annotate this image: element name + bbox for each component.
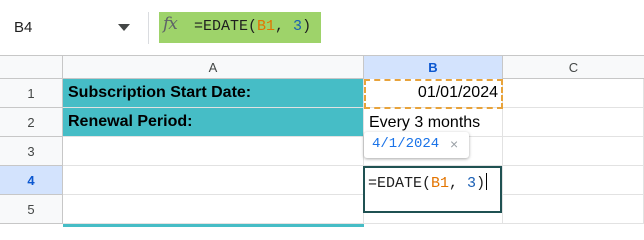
name-box[interactable]: B4 (0, 12, 148, 44)
cell-a2-text: Renewal Period: (68, 113, 193, 130)
close-icon[interactable]: × (450, 136, 458, 152)
editor-number: 3 (467, 175, 477, 192)
cell-a5[interactable] (63, 195, 364, 224)
cell-a1[interactable]: Subscription Start Date: (63, 79, 364, 108)
cell-c5[interactable] (503, 195, 644, 224)
column-header-c[interactable]: C (503, 56, 644, 79)
chevron-down-icon[interactable] (118, 24, 130, 31)
select-all-corner[interactable] (0, 56, 63, 79)
column-header-b[interactable]: B (364, 56, 503, 79)
cell-c3[interactable] (503, 137, 644, 166)
editor-suffix: ) (476, 175, 486, 192)
formula-suffix: ) (302, 18, 312, 35)
row-header-3[interactable]: 3 (0, 137, 63, 166)
formula-prefix: =EDATE( (194, 18, 258, 35)
cell-a3[interactable] (63, 137, 364, 166)
cell-c2[interactable] (503, 108, 644, 137)
editor-separator: , (449, 175, 468, 192)
cell-c4[interactable] (503, 166, 644, 195)
formula-separator: , (275, 18, 294, 35)
formula-ref: B1 (257, 18, 276, 35)
row-header-2[interactable]: 2 (0, 108, 63, 137)
formula-number: 3 (293, 18, 303, 35)
row-header-1[interactable]: 1 (0, 79, 63, 108)
formula-bar: B4 fx =EDATE(B1, 3) (0, 0, 644, 55)
cell-a4[interactable] (63, 166, 364, 195)
editor-ref: B1 (431, 175, 450, 192)
cell-c1[interactable] (503, 79, 644, 108)
editor-prefix: =EDATE( (368, 175, 432, 192)
cell-editor[interactable]: =EDATE(B1, 3) (363, 166, 502, 213)
text-caret (486, 173, 488, 190)
fx-icon: fx (163, 14, 178, 34)
cell-a2[interactable]: Renewal Period: (63, 108, 364, 137)
column-header-a[interactable]: A (63, 56, 364, 79)
cell-a6-teal-edge (63, 224, 364, 227)
row-header-5[interactable]: 5 (0, 195, 63, 224)
formula-bar-divider (148, 12, 149, 44)
name-box-value: B4 (14, 19, 33, 36)
formula-input[interactable]: =EDATE(B1, 3) (194, 18, 311, 35)
row-header-4[interactable]: 4 (0, 166, 63, 195)
cell-b2-text: Every 3 months (369, 114, 481, 131)
formula-preview-value: 4/1/2024 (372, 136, 440, 152)
column-header-row: A B C (0, 55, 644, 79)
cell-a1-text: Subscription Start Date: (68, 84, 252, 101)
cell-editor-text: =EDATE(B1, 3) (368, 173, 488, 192)
formula-preview-tooltip: 4/1/2024 × (364, 132, 469, 158)
referenced-cell-highlight (364, 79, 503, 109)
